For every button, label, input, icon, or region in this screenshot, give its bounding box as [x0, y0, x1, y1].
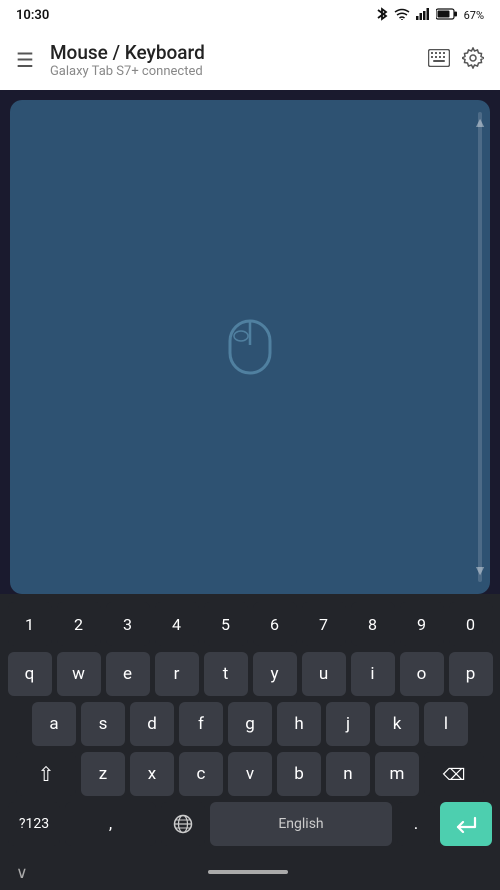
key-8[interactable]: 8 [351, 602, 395, 646]
key-a[interactable]: a [32, 702, 76, 746]
chevron-down-icon[interactable]: ∨ [16, 863, 28, 882]
battery-percent: 67% [464, 9, 484, 22]
zxcv-row: ⇧ z x c v b n m ⌫ [4, 752, 496, 796]
shift-key[interactable]: ⇧ [16, 752, 76, 796]
key-o[interactable]: o [400, 652, 444, 696]
key-l[interactable]: l [424, 702, 468, 746]
key-k[interactable]: k [375, 702, 419, 746]
app-subtitle: Galaxy Tab S7+ connected [50, 64, 428, 79]
comma-key[interactable]: , [65, 802, 156, 846]
key-b[interactable]: b [277, 752, 321, 796]
bottom-row: ?123 , English . [4, 802, 496, 846]
bluetooth-icon [376, 7, 388, 24]
keyboard: 1 2 3 4 5 6 7 8 9 0 q w e r t y u i o p … [0, 594, 500, 854]
key-9[interactable]: 9 [400, 602, 444, 646]
key-0[interactable]: 0 [449, 602, 493, 646]
settings-icon[interactable] [462, 47, 484, 74]
extra-bar: ∨ [0, 854, 500, 890]
key-u[interactable]: u [302, 652, 346, 696]
key-3[interactable]: 3 [106, 602, 150, 646]
mouse-cursor-icon [226, 317, 274, 377]
key-1[interactable]: 1 [8, 602, 52, 646]
status-time: 10:30 [16, 8, 49, 23]
battery-icon [436, 8, 458, 23]
numbers-key[interactable]: ?123 [8, 802, 60, 846]
key-4[interactable]: 4 [155, 602, 199, 646]
status-icons: 67% [376, 7, 484, 24]
key-z[interactable]: z [81, 752, 125, 796]
key-y[interactable]: y [253, 652, 297, 696]
number-row: 1 2 3 4 5 6 7 8 9 0 [4, 602, 496, 646]
enter-key[interactable] [440, 802, 492, 846]
app-title: Mouse / Keyboard [50, 41, 428, 64]
key-x[interactable]: x [130, 752, 174, 796]
key-v[interactable]: v [228, 752, 272, 796]
key-g[interactable]: g [228, 702, 272, 746]
scroll-down-arrow[interactable]: ▼ [473, 564, 487, 578]
backspace-key[interactable]: ⌫ [424, 752, 484, 796]
status-bar: 10:30 [0, 0, 500, 30]
hamburger-menu[interactable]: ☰ [16, 48, 34, 72]
key-h[interactable]: h [277, 702, 321, 746]
app-bar-actions [428, 47, 484, 74]
asdf-row: a s d f g h j k l [4, 702, 496, 746]
scroll-track [478, 130, 482, 564]
key-m[interactable]: m [375, 752, 419, 796]
qwerty-row: q w e r t y u i o p [4, 652, 496, 696]
key-f[interactable]: f [179, 702, 223, 746]
key-w[interactable]: w [57, 652, 101, 696]
keyboard-icon[interactable] [428, 48, 450, 72]
key-2[interactable]: 2 [57, 602, 101, 646]
key-c[interactable]: c [179, 752, 223, 796]
app-bar: ☰ Mouse / Keyboard Galaxy Tab S7+ connec… [0, 30, 500, 90]
key-d[interactable]: d [130, 702, 174, 746]
key-6[interactable]: 6 [253, 602, 297, 646]
scroll-bar[interactable]: ▲ ▼ [478, 112, 482, 582]
key-p[interactable]: p [449, 652, 493, 696]
scroll-up-arrow[interactable]: ▲ [473, 116, 487, 130]
key-7[interactable]: 7 [302, 602, 346, 646]
key-j[interactable]: j [326, 702, 370, 746]
key-n[interactable]: n [326, 752, 370, 796]
space-key[interactable]: English [210, 802, 392, 846]
home-indicator [208, 870, 288, 874]
key-q[interactable]: q [8, 652, 52, 696]
globe-key[interactable] [161, 802, 205, 846]
title-group: Mouse / Keyboard Galaxy Tab S7+ connecte… [50, 41, 428, 79]
key-5[interactable]: 5 [204, 602, 248, 646]
signal-icon [416, 8, 430, 23]
period-key[interactable]: . [397, 802, 435, 846]
key-i[interactable]: i [351, 652, 395, 696]
trackpad-area[interactable]: ▲ ▼ [10, 100, 490, 594]
key-r[interactable]: r [155, 652, 199, 696]
key-e[interactable]: e [106, 652, 150, 696]
wifi-icon [394, 8, 410, 23]
key-s[interactable]: s [81, 702, 125, 746]
key-t[interactable]: t [204, 652, 248, 696]
